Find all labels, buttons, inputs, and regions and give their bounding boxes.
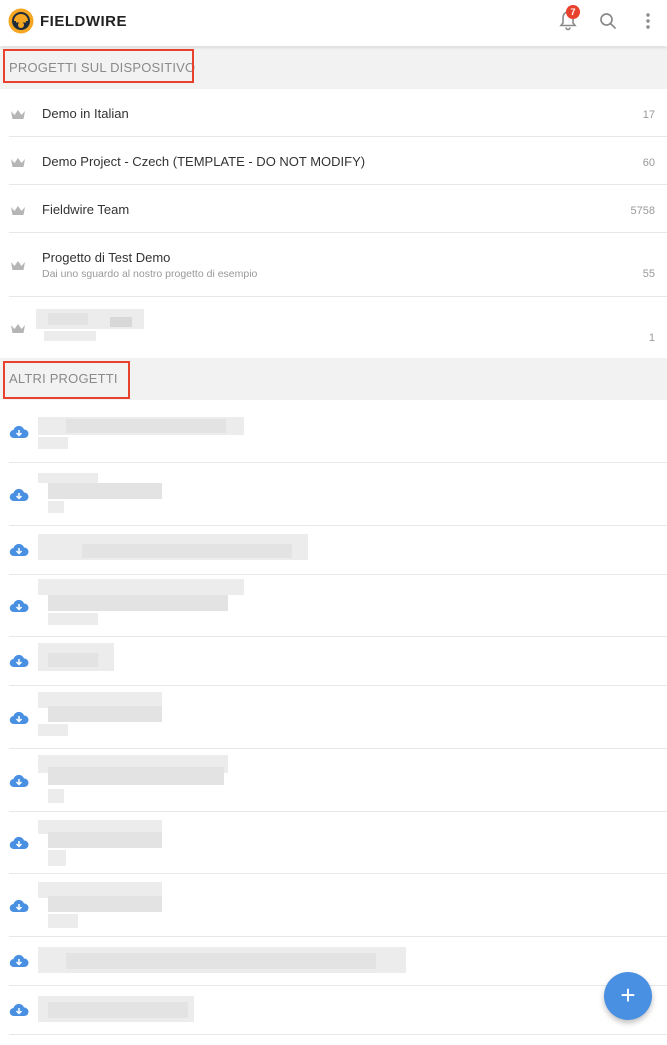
- crown-icon: [11, 158, 25, 167]
- redacted-subtitle: [44, 331, 96, 341]
- search-icon[interactable]: [596, 9, 620, 33]
- cloud-download-icon: [9, 543, 29, 557]
- section-highlight: [3, 361, 130, 399]
- cloud-project-row[interactable]: [0, 937, 667, 986]
- cloud-project-row[interactable]: [0, 575, 667, 637]
- redacted-title: [48, 832, 162, 848]
- redacted-title: [48, 313, 88, 325]
- project-title: Fieldwire Team: [42, 202, 130, 217]
- cloud-project-row[interactable]: [0, 526, 667, 575]
- project-title: Progetto di Test Demo: [42, 250, 171, 265]
- cloud-download-icon: [9, 836, 29, 850]
- add-project-button[interactable]: +: [604, 972, 652, 1020]
- project-count: 17: [642, 109, 655, 121]
- cloud-download-icon: [9, 711, 29, 725]
- cloud-download-icon: [9, 488, 29, 502]
- notification-badge: 7: [566, 5, 580, 19]
- redacted-title: [48, 653, 98, 667]
- redacted-title: [38, 473, 98, 483]
- project-count: 1: [648, 332, 655, 344]
- redacted-subtitle: [48, 914, 78, 928]
- project-row[interactable]: Fieldwire Team 5758: [0, 185, 667, 233]
- cloud-project-row[interactable]: [0, 463, 667, 526]
- redacted-title: [48, 595, 228, 611]
- app-brand: FIELDWIRE: [40, 13, 127, 30]
- cloud-download-icon: [9, 425, 29, 439]
- redacted-subtitle: [48, 850, 66, 866]
- cloud-project-row[interactable]: [0, 749, 667, 812]
- redacted-title: [38, 579, 244, 595]
- redacted-title: [110, 317, 132, 327]
- top-app-bar: FIELDWIRE 7: [0, 0, 667, 46]
- project-count: 60: [642, 157, 655, 169]
- redacted-subtitle: [48, 613, 98, 625]
- redacted-title: [48, 767, 224, 785]
- cloud-project-row[interactable]: [0, 986, 667, 1035]
- crown-icon: [11, 206, 25, 215]
- cloud-download-icon: [9, 899, 29, 913]
- redacted-title: [66, 419, 226, 433]
- cloud-project-row[interactable]: [0, 874, 667, 937]
- fieldwire-logo-icon: [8, 8, 34, 34]
- cloud-download-icon: [9, 954, 29, 968]
- redacted-title: [82, 544, 292, 558]
- redacted-subtitle: [38, 437, 68, 449]
- project-row[interactable]: Demo Project - Czech (TEMPLATE - DO NOT …: [0, 137, 667, 185]
- redacted-subtitle: [38, 724, 68, 736]
- redacted-title: [48, 896, 162, 912]
- project-title: Demo in Italian: [42, 106, 129, 121]
- project-row[interactable]: 1: [0, 297, 667, 357]
- cloud-project-row[interactable]: [0, 812, 667, 874]
- project-row[interactable]: Demo in Italian 17: [0, 89, 667, 137]
- more-vert-icon[interactable]: [636, 9, 660, 33]
- crown-icon: [11, 261, 25, 270]
- redacted-subtitle: [48, 501, 64, 513]
- project-row[interactable]: Progetto di Test Demo Dai uno sguardo al…: [0, 233, 667, 297]
- redacted-title: [48, 706, 162, 722]
- redacted-title: [48, 1002, 188, 1018]
- crown-icon: [11, 324, 25, 333]
- cloud-download-icon: [9, 654, 29, 668]
- crown-icon: [11, 110, 25, 119]
- project-subtitle: Dai uno sguardo al nostro progetto di es…: [42, 268, 258, 280]
- redacted-title: [66, 953, 376, 969]
- cloud-download-icon: [9, 1003, 29, 1017]
- project-count: 5758: [630, 205, 655, 217]
- redacted-subtitle: [48, 789, 64, 803]
- section-highlight: [3, 49, 194, 83]
- cloud-download-icon: [9, 599, 29, 613]
- project-count: 55: [642, 268, 655, 280]
- cloud-project-row[interactable]: [0, 637, 667, 686]
- cloud-download-icon: [9, 774, 29, 788]
- cloud-project-row[interactable]: [0, 686, 667, 749]
- project-title: Demo Project - Czech (TEMPLATE - DO NOT …: [42, 154, 366, 169]
- redacted-title: [48, 483, 162, 499]
- divider: [9, 1034, 667, 1035]
- cloud-project-row[interactable]: [0, 401, 667, 463]
